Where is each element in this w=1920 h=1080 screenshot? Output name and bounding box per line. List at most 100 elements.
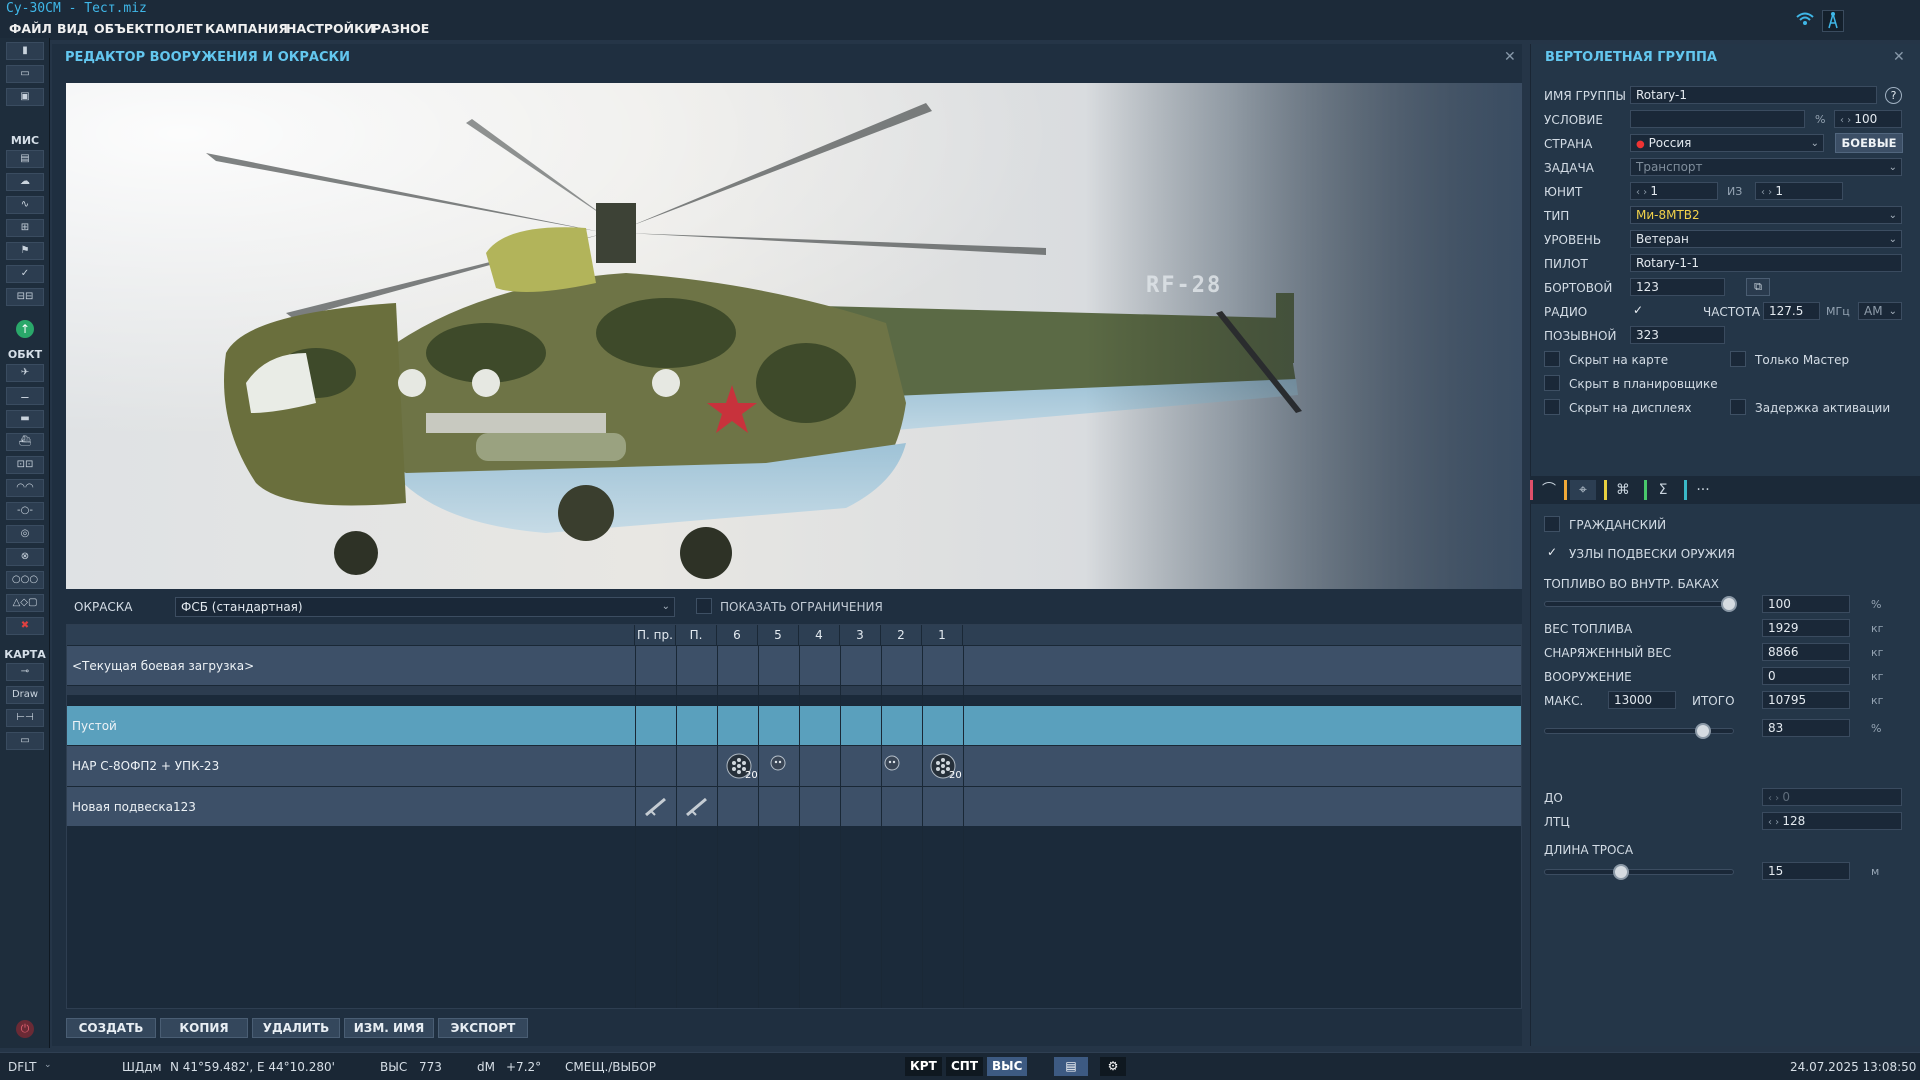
late-activation-checkbox[interactable] [1730,399,1746,415]
rope-slider-knob[interactable] [1613,864,1629,880]
profile-label[interactable]: DFLT [8,1060,37,1074]
radio-checkbox[interactable]: ✓ [1630,303,1646,319]
loadout-tab-icon[interactable]: ⌖ [1570,480,1596,500]
menu-object[interactable]: ОБЪЕКТ [94,21,153,36]
hidden-displays-checkbox[interactable] [1544,399,1560,415]
menu-misc[interactable]: РАЗНОЕ [372,21,429,36]
triggers-icon[interactable]: ⊟⊟ [6,288,44,306]
more-tab-icon[interactable]: ··· [1690,480,1716,500]
static-object-icon[interactable]: ⊡⊡ [6,456,44,474]
master-only-checkbox[interactable] [1730,351,1746,367]
server-tower-icon[interactable] [1822,10,1844,32]
table-row-rockets[interactable]: НАР С-8ОФП2 + УПК-23 20 20 [67,745,1521,786]
weather-icon[interactable]: ☁ [6,173,44,191]
rope-length-slider[interactable] [1544,864,1734,880]
bullseye-icon[interactable]: ◎ [6,525,44,543]
group-icon[interactable]: ○○○ [6,571,44,589]
hidden-on-map-checkbox[interactable] [1544,351,1560,367]
ground-unit-icon[interactable]: ▬ [6,410,44,428]
show-limits-checkbox[interactable] [696,598,712,614]
settings-gear-icon[interactable]: ⚙ [1100,1057,1126,1076]
clipboard-icon[interactable]: ▤ [6,150,44,168]
layers-icon[interactable]: ▤ [1054,1057,1088,1076]
load-slider-knob[interactable] [1694,723,1711,739]
navpoint-icon[interactable]: -○- [6,502,44,520]
rename-button[interactable]: ИЗМ. ИМЯ [344,1018,434,1038]
flag-icon[interactable]: ⚑ [6,242,44,260]
check-icon[interactable]: ✓ [6,265,44,283]
copy-icon[interactable]: ⧉ [1746,278,1770,296]
table-row-empty[interactable]: Пустой [67,705,1521,745]
menu-settings[interactable]: НАСТРОЙКИ [286,21,375,36]
weapons-input[interactable]: 0 [1762,667,1850,685]
group-close-icon[interactable]: ✕ [1893,49,1905,65]
fuel-percent-input[interactable]: 100 [1762,595,1850,613]
help-icon[interactable]: ? [1885,87,1902,104]
stop-icon[interactable]: ⏻ [16,1020,34,1038]
menu-flight[interactable]: ПОЛЕТ [154,21,203,36]
zone-icon[interactable]: ◠◠ [6,479,44,497]
payload-tab-icon[interactable]: ⌘ [1610,480,1636,500]
helicopter-icon[interactable]: ⚊ [6,387,44,405]
ship-icon[interactable]: ⛴ [6,433,44,451]
do-stepper[interactable]: ‹ › 0 [1762,788,1902,806]
pilot-input[interactable]: Rotary-1-1 [1630,254,1902,272]
unit-stepper[interactable]: ‹ › 1 [1630,182,1718,200]
summary-tab-icon[interactable]: Σ [1650,480,1676,500]
country-select[interactable]: ● Россия ⌄ [1630,134,1824,152]
altitude-mode-button[interactable]: ВЫС [987,1057,1028,1076]
copy-button[interactable]: КОПИЯ [160,1018,248,1038]
create-button[interactable]: СОЗДАТЬ [66,1018,156,1038]
table-row-custom[interactable]: Новая подвеска123 [67,786,1521,826]
menu-view[interactable]: ВИД [57,21,88,36]
skill-select[interactable]: Ветеран ⌄ [1630,230,1902,248]
ruler-icon[interactable]: ⊸ [6,663,44,681]
route-tab-icon[interactable]: ⌒ [1536,480,1562,500]
condition-percent-stepper[interactable]: ‹ › 100 [1834,110,1902,128]
menu-campaign[interactable]: КАМПАНИЯ [205,21,288,36]
of-stepper[interactable]: ‹ › 1 [1755,182,1843,200]
measure-icon[interactable]: ⊢⊣ [6,709,44,727]
shapes-icon[interactable]: △◇▢ [6,594,44,612]
new-mission-icon[interactable]: ▮ [6,42,44,60]
pylons-checkbox[interactable]: ✓ [1544,545,1560,561]
civil-checkbox[interactable] [1544,516,1560,532]
modulation-select[interactable]: AM ⌄ [1858,302,1902,320]
total-weight-input[interactable]: 10795 [1762,691,1850,709]
max-weight-input[interactable]: 13000 [1608,691,1676,709]
chevron-down-icon[interactable]: ⌄ [44,1060,52,1070]
editor-close-icon[interactable]: ✕ [1504,49,1516,65]
save-icon[interactable]: ▣ [6,88,44,106]
airplane-icon[interactable]: ✈ [6,364,44,382]
export-button[interactable]: ЭКСПОРТ [438,1018,528,1038]
open-folder-icon[interactable]: ▭ [6,65,44,83]
delete-icon[interactable]: ✖ [6,617,44,635]
satellite-mode-button[interactable]: СПТ [946,1057,984,1076]
empty-weight-input[interactable]: 8866 [1762,643,1850,661]
ltc-stepper[interactable]: ‹ › 128 [1762,812,1902,830]
frequency-input[interactable]: 127.5 [1763,302,1820,320]
delete-button[interactable]: УДАЛИТЬ [252,1018,340,1038]
table-row-current[interactable]: <Текущая боевая загрузка> [67,645,1521,685]
board-number-input[interactable]: 123 [1630,278,1725,296]
combat-button[interactable]: БОЕВЫЕ [1835,133,1903,153]
up-arrow-icon[interactable]: ↑ [16,320,34,338]
route-icon[interactable]: ∿ [6,196,44,214]
rope-length-input[interactable]: 15 [1762,862,1850,880]
callsign-input[interactable]: 323 [1630,326,1725,344]
task-select[interactable]: Транспорт ⌄ [1630,158,1902,176]
group-name-input[interactable]: Rotary-1 [1630,86,1877,104]
map-mode-button[interactable]: КРТ [905,1057,942,1076]
type-select[interactable]: Ми-8МТВ2 ⌄ [1630,206,1902,224]
livery-select[interactable]: ФСБ (стандартная) ⌄ [175,597,675,617]
fuel-slider[interactable] [1544,596,1738,612]
hidden-planner-checkbox[interactable] [1544,375,1560,391]
draw-button[interactable]: Draw [6,686,44,704]
frame-icon[interactable]: ▭ [6,732,44,750]
load-percent-input[interactable]: 83 [1762,719,1850,737]
condition-input[interactable] [1630,110,1805,128]
fuel-weight-input[interactable]: 1929 [1762,619,1850,637]
menu-file[interactable]: ФАЙЛ [9,21,52,36]
ref-point-icon[interactable]: ⊗ [6,548,44,566]
target-icon[interactable]: ⊞ [6,219,44,237]
